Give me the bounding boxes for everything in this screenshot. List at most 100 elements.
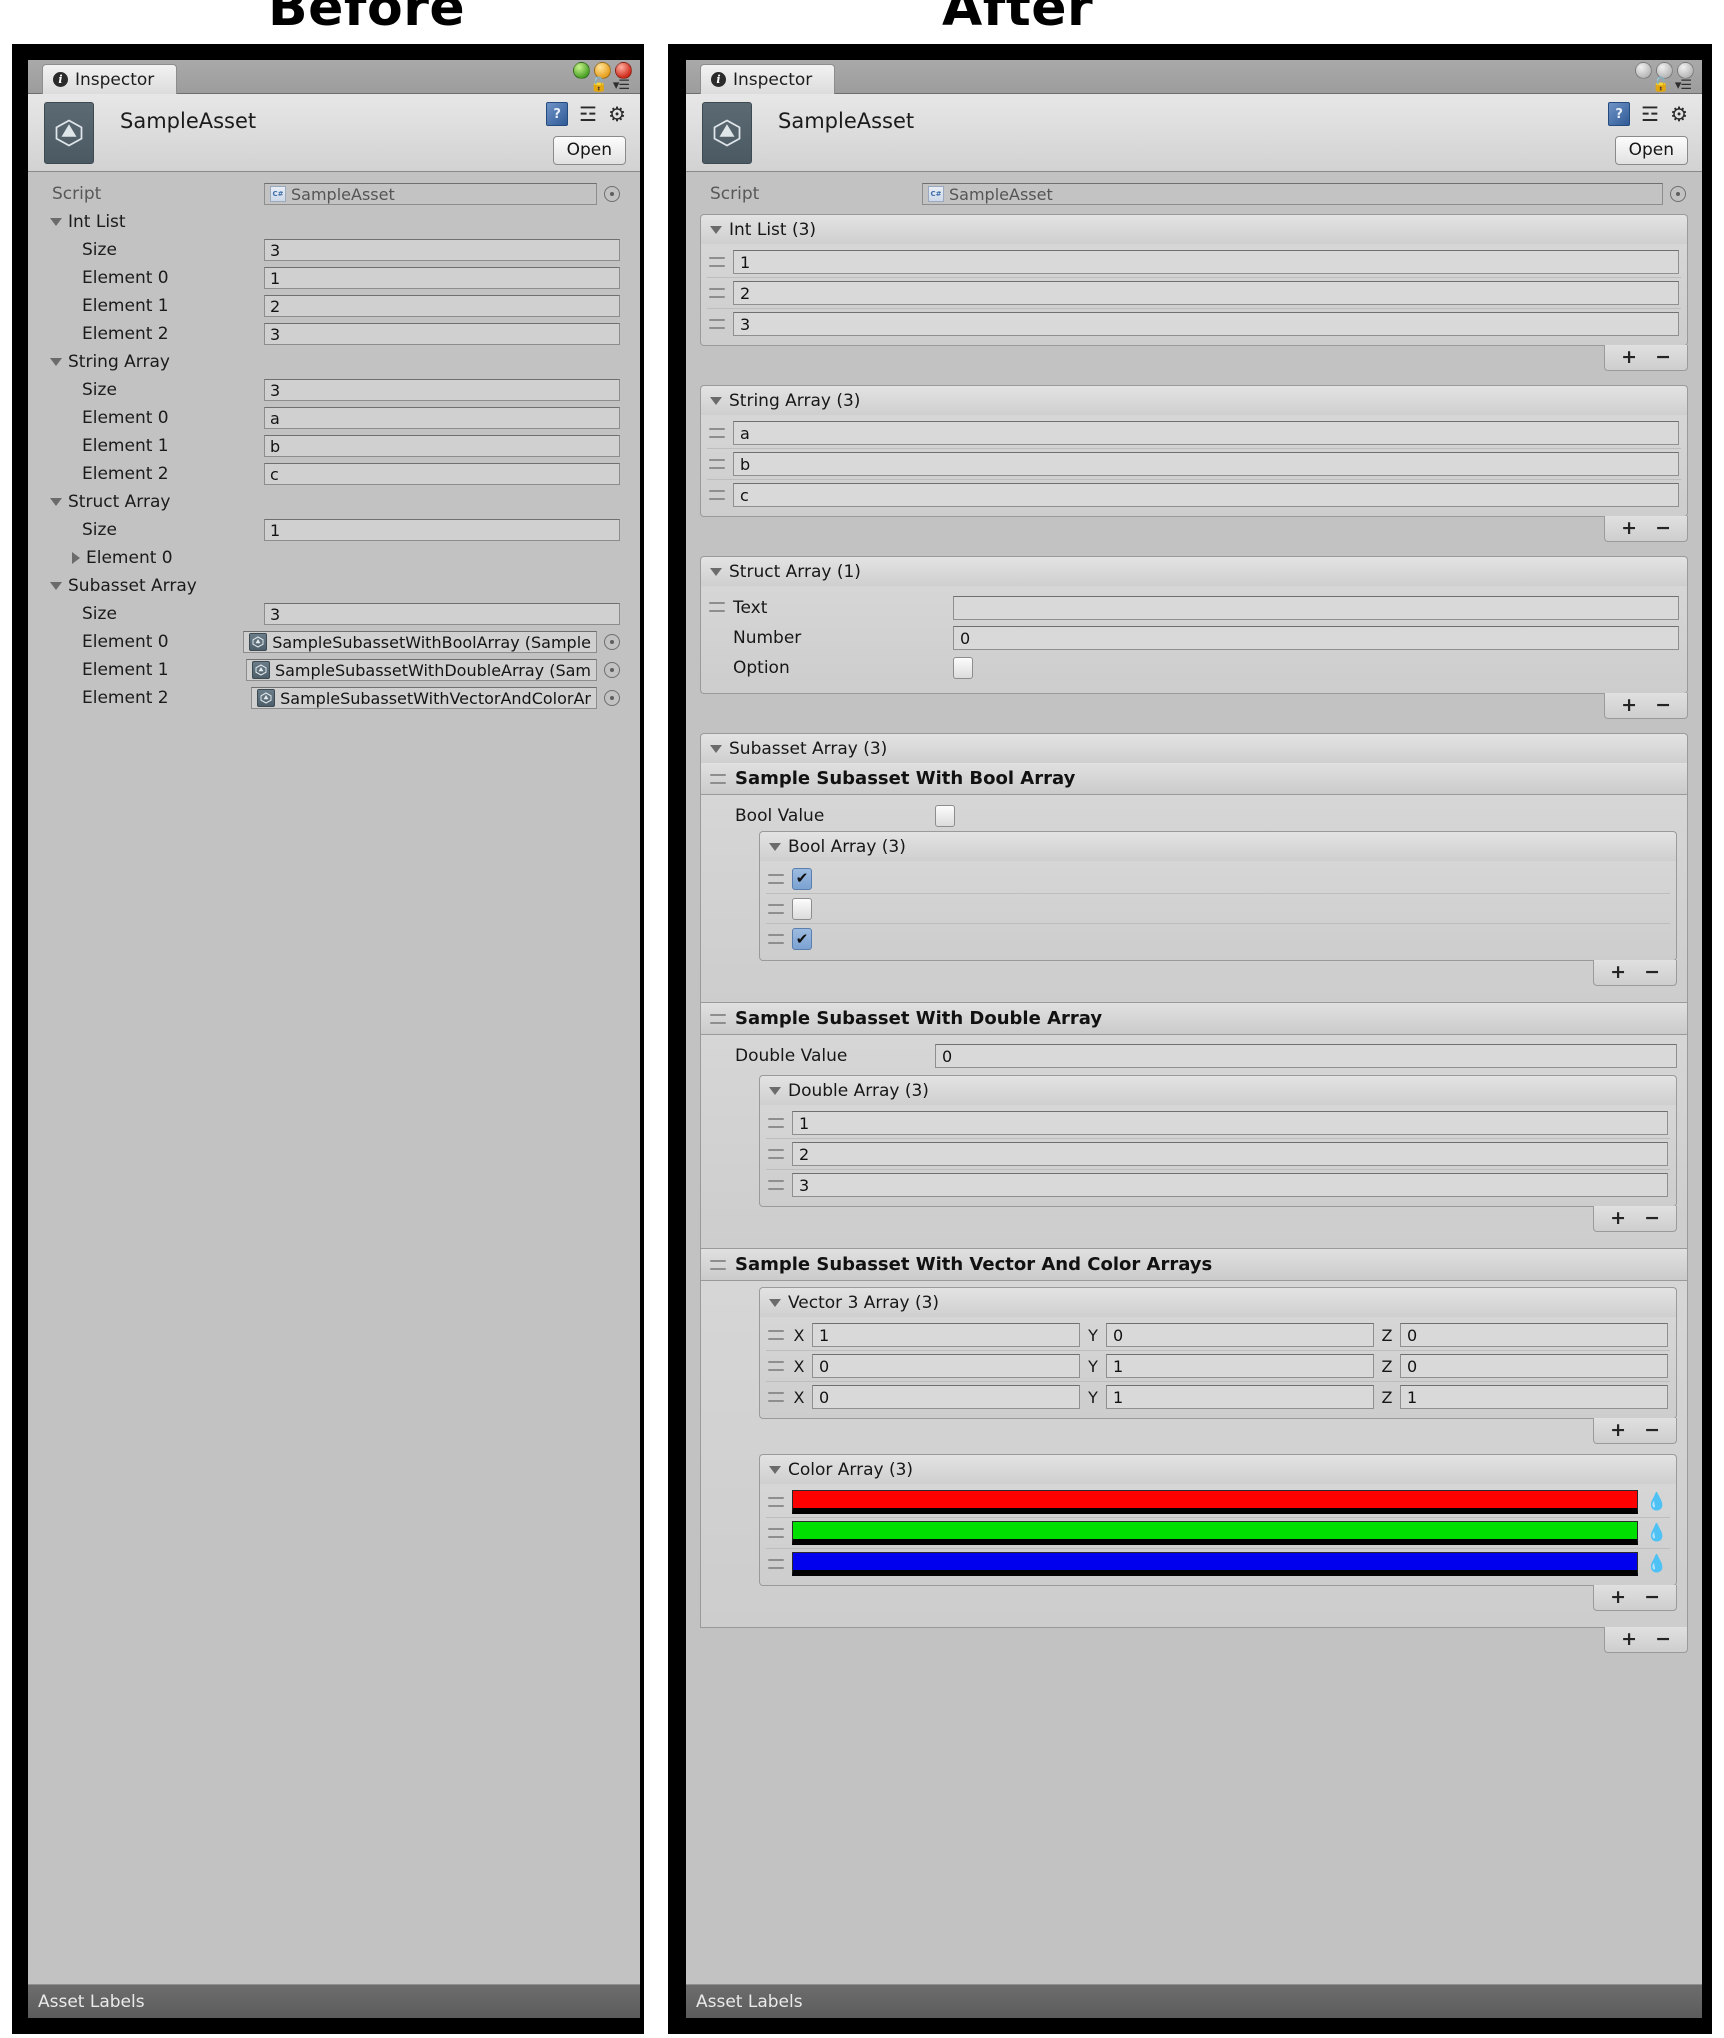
preset-icon[interactable]: ☲ bbox=[1641, 104, 1659, 124]
value-field[interactable]: 3 bbox=[733, 312, 1679, 336]
list-header[interactable]: Color Array (3) bbox=[759, 1454, 1677, 1484]
subasset-item-title[interactable]: Sample Subasset With Bool Array bbox=[700, 763, 1688, 795]
value-field[interactable]: a bbox=[264, 407, 620, 429]
help-icon[interactable]: ? bbox=[1608, 102, 1631, 126]
list-header[interactable]: Int List (3) bbox=[700, 214, 1688, 244]
drag-handle-icon[interactable] bbox=[709, 490, 725, 500]
remove-button[interactable]: − bbox=[1655, 1630, 1671, 1649]
subasset-item-title[interactable]: Sample Subasset With Vector And Color Ar… bbox=[700, 1249, 1688, 1281]
value-field[interactable]: 2 bbox=[733, 281, 1679, 305]
drag-handle-icon[interactable] bbox=[768, 903, 784, 914]
tab-inspector[interactable]: i Inspector bbox=[42, 64, 178, 94]
object-picker-icon[interactable] bbox=[604, 634, 620, 650]
remove-button[interactable]: − bbox=[1655, 696, 1671, 715]
add-button[interactable]: + bbox=[1610, 1421, 1626, 1440]
asset-labels-bar[interactable]: Asset Labels bbox=[28, 1984, 640, 2018]
value-field[interactable]: 0 bbox=[953, 626, 1679, 650]
drag-handle-icon[interactable] bbox=[768, 1361, 784, 1371]
object-picker-icon[interactable] bbox=[604, 690, 620, 706]
drag-handle-icon[interactable] bbox=[768, 1497, 784, 1507]
foldout-int-list[interactable]: Int List bbox=[38, 208, 630, 236]
value-field[interactable]: 3 bbox=[264, 323, 620, 345]
vector-y-field[interactable]: 0 bbox=[1106, 1323, 1374, 1347]
preset-icon[interactable]: ☲ bbox=[579, 104, 597, 124]
script-field[interactable]: C# SampleAsset bbox=[922, 183, 1663, 205]
value-field[interactable]: c bbox=[733, 483, 1679, 507]
drag-handle-icon[interactable] bbox=[710, 1013, 726, 1024]
add-button[interactable]: + bbox=[1621, 1630, 1637, 1649]
value-field[interactable]: 0 bbox=[935, 1044, 1677, 1068]
add-button[interactable]: + bbox=[1621, 696, 1637, 715]
foldout-struct-element-0[interactable]: Element 0 bbox=[38, 544, 630, 572]
drag-handle-icon[interactable] bbox=[709, 257, 725, 267]
open-button[interactable]: Open bbox=[552, 136, 626, 165]
vector-x-field[interactable]: 1 bbox=[812, 1323, 1080, 1347]
eyedropper-icon[interactable]: 💧 bbox=[1646, 1554, 1668, 1574]
drag-handle-icon[interactable] bbox=[768, 1118, 784, 1128]
hamburger-menu-icon[interactable]: ▾☰ bbox=[1675, 79, 1692, 92]
color-swatch[interactable] bbox=[792, 1521, 1638, 1545]
green-light-icon[interactable] bbox=[573, 62, 590, 79]
drag-handle-icon[interactable] bbox=[710, 773, 726, 784]
eyedropper-icon[interactable]: 💧 bbox=[1646, 1492, 1668, 1512]
drag-handle-icon[interactable] bbox=[709, 319, 725, 329]
list-header[interactable]: Vector 3 Array (3) bbox=[759, 1287, 1677, 1317]
value-field[interactable]: 1 bbox=[792, 1111, 1668, 1135]
red-light-icon[interactable] bbox=[1677, 62, 1694, 79]
value-field[interactable] bbox=[953, 596, 1679, 620]
vector-y-field[interactable]: 1 bbox=[1106, 1354, 1374, 1378]
remove-button[interactable]: − bbox=[1655, 348, 1671, 367]
list-header[interactable]: Subasset Array (3) bbox=[700, 733, 1688, 763]
bool-value-checkbox[interactable] bbox=[935, 805, 955, 827]
list-header[interactable]: Double Array (3) bbox=[759, 1075, 1677, 1105]
bool-item-checkbox[interactable] bbox=[792, 897, 812, 920]
add-button[interactable]: + bbox=[1610, 1209, 1626, 1228]
subasset-item-title[interactable]: Sample Subasset With Double Array bbox=[700, 1003, 1688, 1035]
value-field[interactable]: 1 bbox=[264, 519, 620, 541]
drag-handle-icon[interactable] bbox=[768, 1149, 784, 1159]
foldout-struct-array[interactable]: Struct Array bbox=[38, 488, 630, 516]
color-swatch[interactable] bbox=[792, 1490, 1638, 1514]
list-header[interactable]: Bool Array (3) bbox=[759, 831, 1677, 861]
remove-button[interactable]: − bbox=[1644, 963, 1660, 982]
drag-handle-icon[interactable] bbox=[710, 1259, 726, 1270]
lock-icon[interactable]: 🔓 bbox=[590, 78, 607, 92]
value-field[interactable]: 3 bbox=[264, 239, 620, 261]
value-field[interactable]: 3 bbox=[264, 603, 620, 625]
script-field[interactable]: C# SampleAsset bbox=[264, 183, 597, 205]
list-header[interactable]: Struct Array (1) bbox=[700, 556, 1688, 586]
hamburger-menu-icon[interactable]: ▾☰ bbox=[613, 79, 630, 92]
vector-z-field[interactable]: 1 bbox=[1400, 1385, 1668, 1409]
vector-y-field[interactable]: 1 bbox=[1106, 1385, 1374, 1409]
object-field[interactable]: SampleSubassetWithVectorAndColorAr bbox=[251, 687, 597, 709]
list-header[interactable]: String Array (3) bbox=[700, 385, 1688, 415]
drag-handle-icon[interactable] bbox=[768, 1180, 784, 1190]
help-icon[interactable]: ? bbox=[546, 102, 569, 126]
remove-button[interactable]: − bbox=[1644, 1209, 1660, 1228]
drag-handle-icon[interactable] bbox=[768, 1330, 784, 1340]
foldout-subasset-array[interactable]: Subasset Array bbox=[38, 572, 630, 600]
drag-handle-icon[interactable] bbox=[768, 1528, 784, 1538]
red-light-icon[interactable] bbox=[615, 62, 632, 79]
value-field[interactable]: 3 bbox=[264, 379, 620, 401]
vector-z-field[interactable]: 0 bbox=[1400, 1354, 1668, 1378]
drag-handle-icon[interactable] bbox=[709, 602, 725, 612]
green-light-icon[interactable] bbox=[1635, 62, 1652, 79]
remove-button[interactable]: − bbox=[1644, 1588, 1660, 1607]
value-field[interactable]: 1 bbox=[264, 267, 620, 289]
object-field[interactable]: SampleSubassetWithBoolArray (Sample bbox=[243, 631, 597, 653]
vector-x-field[interactable]: 0 bbox=[812, 1385, 1080, 1409]
drag-handle-icon[interactable] bbox=[709, 428, 725, 438]
object-field[interactable]: SampleSubassetWithDoubleArray (Sam bbox=[245, 659, 597, 681]
object-picker-icon[interactable] bbox=[604, 186, 620, 202]
add-button[interactable]: + bbox=[1610, 963, 1626, 982]
vector-z-field[interactable]: 0 bbox=[1400, 1323, 1668, 1347]
drag-handle-icon[interactable] bbox=[709, 288, 725, 298]
value-field[interactable]: 2 bbox=[792, 1142, 1668, 1166]
open-button[interactable]: Open bbox=[1614, 136, 1688, 165]
remove-button[interactable]: − bbox=[1655, 519, 1671, 538]
option-checkbox[interactable] bbox=[953, 657, 973, 679]
value-field[interactable]: a bbox=[733, 421, 1679, 445]
drag-handle-icon[interactable] bbox=[768, 1559, 784, 1569]
drag-handle-icon[interactable] bbox=[709, 459, 725, 469]
